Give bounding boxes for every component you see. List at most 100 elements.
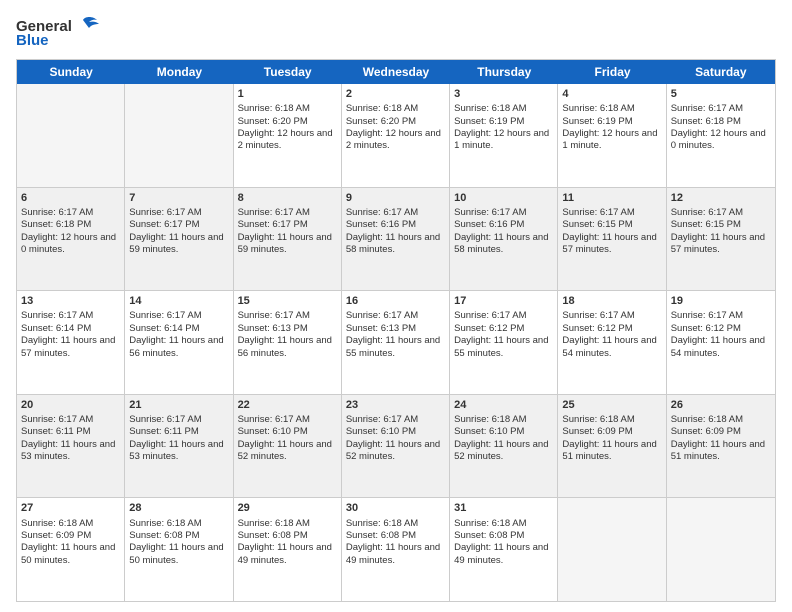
day-info: Sunset: 6:10 PM (454, 426, 553, 438)
day-number: 13 (21, 294, 120, 308)
day-info: Sunrise: 6:18 AM (238, 518, 337, 530)
day-info: Sunset: 6:17 PM (238, 219, 337, 231)
day-info: Sunrise: 6:18 AM (238, 103, 337, 115)
day-info: Daylight: 11 hours and 55 minutes. (454, 335, 553, 360)
calendar-cell: 27Sunrise: 6:18 AMSunset: 6:09 PMDayligh… (17, 498, 125, 601)
day-info: Sunrise: 6:18 AM (346, 518, 445, 530)
calendar-cell: 7Sunrise: 6:17 AMSunset: 6:17 PMDaylight… (125, 188, 233, 291)
day-number: 10 (454, 191, 553, 205)
day-info: Sunrise: 6:18 AM (346, 103, 445, 115)
calendar-cell: 25Sunrise: 6:18 AMSunset: 6:09 PMDayligh… (558, 395, 666, 498)
day-info: Daylight: 11 hours and 49 minutes. (238, 542, 337, 567)
day-info: Daylight: 12 hours and 0 minutes. (671, 128, 771, 153)
day-number: 15 (238, 294, 337, 308)
day-number: 14 (129, 294, 228, 308)
day-info: Sunset: 6:08 PM (129, 530, 228, 542)
day-number: 29 (238, 501, 337, 515)
day-info: Daylight: 11 hours and 49 minutes. (454, 542, 553, 567)
calendar-cell: 8Sunrise: 6:17 AMSunset: 6:17 PMDaylight… (234, 188, 342, 291)
day-info: Sunrise: 6:18 AM (454, 103, 553, 115)
day-info: Sunset: 6:08 PM (454, 530, 553, 542)
day-info: Sunset: 6:13 PM (238, 323, 337, 335)
day-info: Sunset: 6:10 PM (346, 426, 445, 438)
day-info: Daylight: 11 hours and 55 minutes. (346, 335, 445, 360)
calendar-cell (125, 84, 233, 187)
header: General Blue (16, 16, 776, 49)
calendar-cell: 11 Sunrise: 6:17 AMSunset: 6:15 PMDayligh… (558, 188, 666, 291)
day-info: Daylight: 11 hours and 54 minutes. (562, 335, 661, 360)
calendar-cell (558, 498, 666, 601)
calendar-cell: 1Sunrise: 6:18 AMSunset: 6:20 PMDaylight… (234, 84, 342, 187)
header-day-saturday: Saturday (667, 60, 775, 84)
calendar-body: 1Sunrise: 6:18 AMSunset: 6:20 PMDaylight… (17, 84, 775, 601)
day-info: Sunrise: 6:17 AM (129, 310, 228, 322)
day-info: Sunset: 6:15 PM (671, 219, 771, 231)
header-day-thursday: Thursday (450, 60, 558, 84)
day-info: Sunrise: 6:17 AM (671, 207, 771, 219)
day-info: Sunrise: 6:17 AM (346, 310, 445, 322)
day-info: Daylight: 11 hours and 57 minutes. (562, 232, 661, 257)
day-info: Sunrise: 6:17 AM (454, 310, 553, 322)
day-number: 7 (129, 191, 228, 205)
day-info: Sunset: 6:12 PM (671, 323, 771, 335)
day-info: Sunrise: 6:18 AM (671, 414, 771, 426)
day-info: Sunset: 6:16 PM (346, 219, 445, 231)
day-number: 31 (454, 501, 553, 515)
day-info: Daylight: 11 hours and 56 minutes. (238, 335, 337, 360)
day-info: Sunrise: 6:18 AM (562, 414, 661, 426)
day-number: 19 (671, 294, 771, 308)
logo-bird-icon (75, 16, 99, 36)
day-info: Sunrise: 6:18 AM (21, 518, 120, 530)
day-info: Sunset: 6:12 PM (562, 323, 661, 335)
day-number: 11 (562, 191, 661, 205)
day-info: Sunrise: 6:17 AM (129, 414, 228, 426)
day-info: Sunset: 6:14 PM (21, 323, 120, 335)
logo-blue: Blue (16, 32, 49, 49)
calendar-cell: 3Sunrise: 6:18 AMSunset: 6:19 PMDaylight… (450, 84, 558, 187)
day-info: Sunrise: 6:17 AM (671, 103, 771, 115)
day-number: 17 (454, 294, 553, 308)
header-day-wednesday: Wednesday (342, 60, 450, 84)
day-number: 16 (346, 294, 445, 308)
calendar-cell: 26Sunrise: 6:18 AMSunset: 6:09 PMDayligh… (667, 395, 775, 498)
day-number: 27 (21, 501, 120, 515)
day-info: Sunrise: 6:17 AM (346, 414, 445, 426)
day-info: Sunrise: 6:17 AM (238, 207, 337, 219)
day-info: Sunset: 6:19 PM (562, 116, 661, 128)
day-info: Sunset: 6:11 PM (129, 426, 228, 438)
day-info: Sunset: 6:19 PM (454, 116, 553, 128)
day-info: Sunset: 6:08 PM (238, 530, 337, 542)
calendar-cell: 29 Sunrise: 6:18 AMSunset: 6:08 PMDayligh… (234, 498, 342, 601)
calendar-cell: 28Sunrise: 6:18 AMSunset: 6:08 PMDayligh… (125, 498, 233, 601)
day-info: Sunset: 6:15 PM (562, 219, 661, 231)
day-info: Sunset: 6:09 PM (21, 530, 120, 542)
day-info: Sunrise: 6:17 AM (562, 207, 661, 219)
day-number: 30 (346, 501, 445, 515)
header-day-friday: Friday (558, 60, 666, 84)
day-info: Sunset: 6:18 PM (671, 116, 771, 128)
calendar-cell: 12Sunrise: 6:17 AMSunset: 6:15 PMDayligh… (667, 188, 775, 291)
calendar-cell: 16 Sunrise: 6:17 AMSunset: 6:13 PMDayligh… (342, 291, 450, 394)
day-info: Sunset: 6:10 PM (238, 426, 337, 438)
calendar-cell: 15 Sunrise: 6:17 AMSunset: 6:13 PMDayligh… (234, 291, 342, 394)
day-number: 2 (346, 87, 445, 101)
day-info: Daylight: 11 hours and 49 minutes. (346, 542, 445, 567)
day-info: Sunrise: 6:17 AM (454, 207, 553, 219)
day-info: Daylight: 12 hours and 2 minutes. (346, 128, 445, 153)
day-number: 18 (562, 294, 661, 308)
day-number: 28 (129, 501, 228, 515)
page: General Blue SundayMondayTuesdayWednesda… (0, 0, 792, 612)
day-info: Sunrise: 6:17 AM (238, 414, 337, 426)
day-info: Daylight: 11 hours and 58 minutes. (346, 232, 445, 257)
day-info: Daylight: 11 hours and 52 minutes. (238, 439, 337, 464)
calendar-cell: 2Sunrise: 6:18 AMSunset: 6:20 PMDaylight… (342, 84, 450, 187)
day-info: Sunset: 6:13 PM (346, 323, 445, 335)
header-day-sunday: Sunday (17, 60, 125, 84)
day-info: Sunrise: 6:18 AM (562, 103, 661, 115)
day-info: Daylight: 11 hours and 50 minutes. (129, 542, 228, 567)
day-info: Sunset: 6:16 PM (454, 219, 553, 231)
day-info: Daylight: 12 hours and 1 minute. (454, 128, 553, 153)
day-info: Sunrise: 6:17 AM (238, 310, 337, 322)
day-info: Daylight: 11 hours and 59 minutes. (238, 232, 337, 257)
day-number: 22 (238, 398, 337, 412)
